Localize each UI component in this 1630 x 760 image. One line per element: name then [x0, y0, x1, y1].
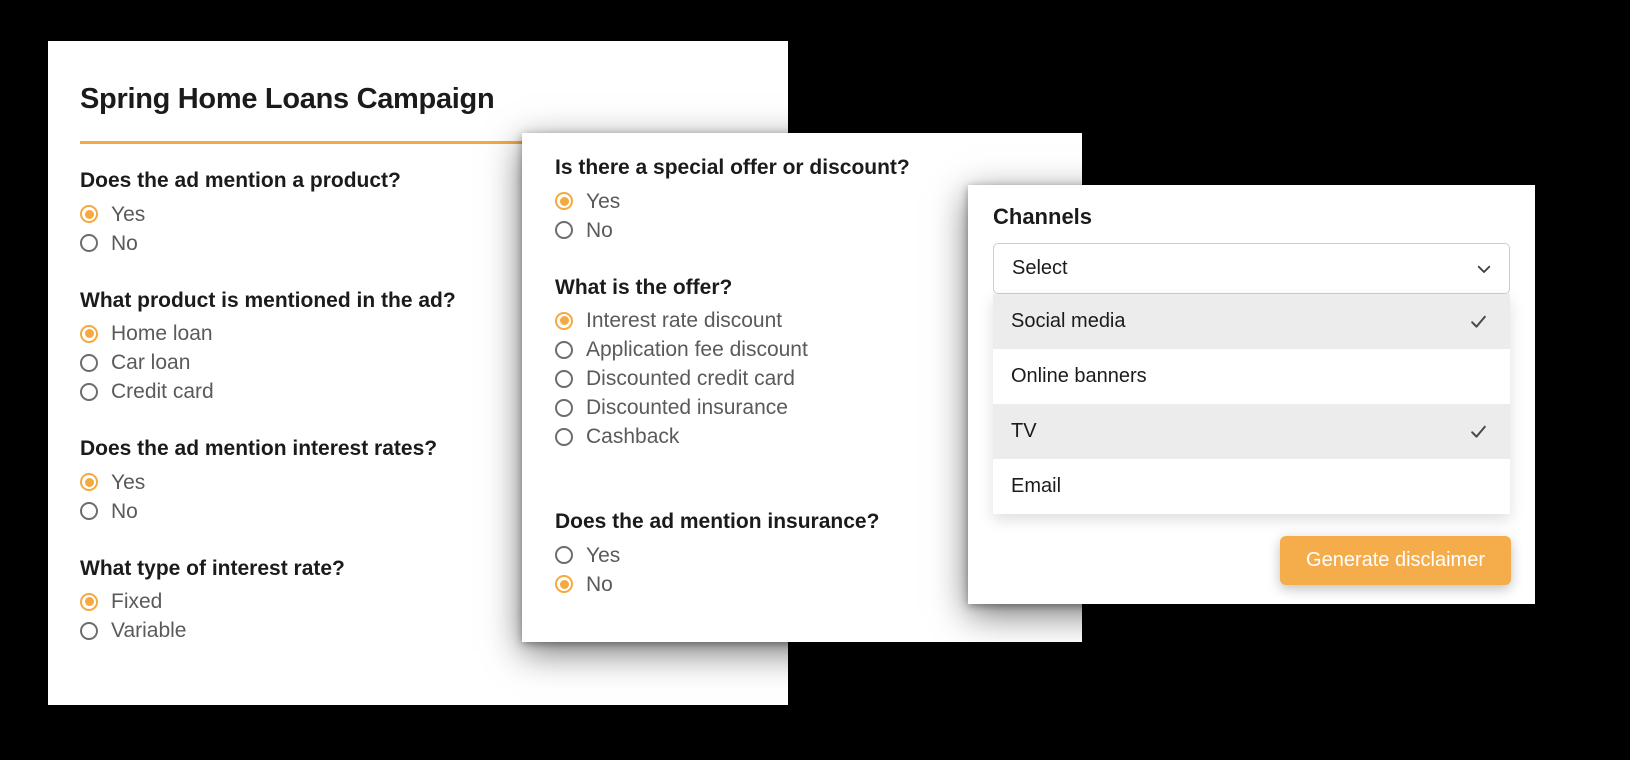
- radio-option-label: Car loan: [111, 351, 191, 375]
- radio-unselected-icon[interactable]: [80, 234, 98, 253]
- radio-option-label: Yes: [586, 189, 621, 213]
- dropdown-option-social-media[interactable]: Social media: [993, 294, 1510, 349]
- dropdown-option-label: TV: [1011, 420, 1037, 442]
- check-icon: [1469, 422, 1488, 441]
- generate-disclaimer-button[interactable]: Generate disclaimer: [1280, 536, 1511, 585]
- channels-heading: Channels: [993, 204, 1093, 229]
- channels-select-value: Select: [1012, 257, 1068, 279]
- radio-option-label: Variable: [111, 619, 187, 643]
- radio-option-label: No: [111, 499, 138, 523]
- radio-unselected-icon[interactable]: [555, 398, 573, 417]
- radio-selected-icon[interactable]: [80, 324, 98, 343]
- radio-unselected-icon[interactable]: [80, 502, 98, 521]
- radio-option-label: No: [586, 218, 613, 242]
- radio-option-label: Discounted insurance: [586, 396, 788, 420]
- radio-selected-icon[interactable]: [80, 205, 98, 224]
- chevron-down-icon: [1475, 260, 1493, 278]
- radio-unselected-icon[interactable]: [555, 369, 573, 388]
- radio-option-label: Application fee discount: [586, 338, 808, 362]
- channels-dropdown-list[interactable]: Social media Online banners TV Email: [993, 294, 1510, 514]
- radio-option-label: Discounted credit card: [586, 367, 795, 391]
- dropdown-option-online-banners[interactable]: Online banners: [993, 349, 1510, 404]
- page-title: Spring Home Loans Campaign: [80, 83, 495, 115]
- question-label: Is there a special offer or discount?: [555, 156, 910, 179]
- channels-select[interactable]: Select: [993, 243, 1510, 294]
- radio-unselected-icon[interactable]: [80, 621, 98, 640]
- radio-option-label: Credit card: [111, 380, 214, 404]
- radio-selected-icon[interactable]: [80, 592, 98, 611]
- radio-unselected-icon[interactable]: [80, 353, 98, 372]
- radio-option-label: Cashback: [586, 425, 680, 449]
- radio-option-label: Interest rate discount: [586, 309, 783, 333]
- radio-option-label: Yes: [111, 470, 146, 494]
- dropdown-option-label: Social media: [1011, 310, 1126, 332]
- channels-card: Channels Select Social media Online banne…: [968, 185, 1535, 604]
- check-icon: [1469, 477, 1488, 496]
- check-icon: [1469, 367, 1488, 386]
- radio-unselected-icon[interactable]: [80, 382, 98, 401]
- radio-selected-icon[interactable]: [555, 192, 573, 211]
- dropdown-option-label: Online banners: [1011, 365, 1147, 387]
- radio-option-label: Yes: [111, 202, 146, 226]
- dropdown-option-email[interactable]: Email: [993, 459, 1510, 514]
- radio-option-label: Yes: [586, 543, 621, 567]
- dropdown-option-label: Email: [1011, 475, 1062, 497]
- radio-selected-icon[interactable]: [555, 575, 573, 594]
- radio-unselected-icon[interactable]: [555, 427, 573, 446]
- radio-unselected-icon[interactable]: [555, 221, 573, 240]
- dropdown-option-tv[interactable]: TV: [993, 404, 1510, 459]
- radio-selected-icon[interactable]: [555, 311, 573, 330]
- radio-unselected-icon[interactable]: [555, 340, 573, 359]
- radio-option-label: No: [586, 572, 613, 596]
- radio-option-label: No: [111, 231, 138, 255]
- screen-root: Spring Home Loans Campaign Does the ad m…: [0, 0, 1630, 760]
- radio-option-label: Home loan: [111, 322, 213, 346]
- radio-unselected-icon[interactable]: [555, 546, 573, 565]
- check-icon: [1469, 312, 1488, 331]
- radio-option-label: Fixed: [111, 590, 163, 614]
- radio-selected-icon[interactable]: [80, 473, 98, 492]
